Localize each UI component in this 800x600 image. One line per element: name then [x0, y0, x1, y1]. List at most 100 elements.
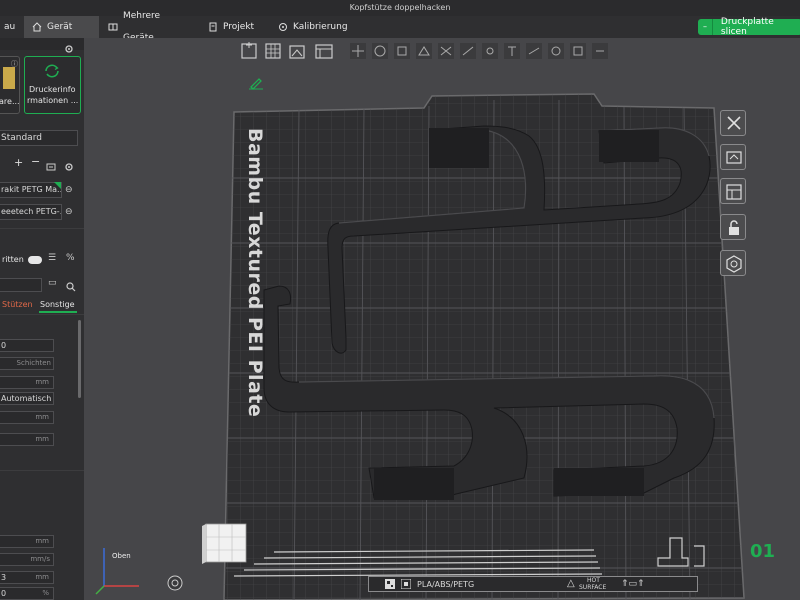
field-unit: %: [42, 589, 49, 597]
hot-surface-line2: SURFACE: [579, 584, 607, 591]
search-icon[interactable]: [66, 277, 76, 296]
field-unit: mm: [35, 378, 49, 386]
printer-card-label: are...: [0, 97, 20, 106]
plate-type-select[interactable]: Standard: [0, 130, 78, 146]
setting-field-5[interactable]: mm: [0, 411, 54, 424]
slice-plate-button[interactable]: – Druckplatte slicen: [698, 17, 800, 37]
project-icon: [208, 22, 218, 32]
filament-label: eeetech PETG-...: [1, 207, 62, 216]
close-plate-button[interactable]: [720, 110, 746, 136]
active-tab-underline: [39, 311, 77, 313]
hexagon-icon: [725, 255, 743, 277]
filament-sync-icon[interactable]: [46, 157, 56, 176]
save-icon[interactable]: ▭: [48, 278, 57, 288]
filament-toolbar: + −: [0, 155, 84, 171]
arrange-icon: [725, 149, 743, 171]
field-value: 0: [1, 589, 7, 598]
plate-type-value: Standard: [1, 133, 42, 143]
calibration-icon: [278, 22, 288, 32]
percent-icon[interactable]: %: [66, 253, 75, 263]
setting-field-1[interactable]: 0: [0, 339, 54, 352]
view-cube-label: Oben: [112, 552, 131, 560]
filament-slot-2[interactable]: eeetech PETG-...: [0, 204, 62, 220]
setting-field-10[interactable]: 0 %: [0, 587, 54, 600]
add-icon[interactable]: +: [14, 156, 23, 169]
plate-marker-icon: [400, 578, 412, 591]
settings-sidebar: ⓘ are... Druckerinfo rmationen ... Stand…: [0, 38, 84, 600]
setting-field-8[interactable]: mm/s: [0, 553, 54, 566]
field-unit: mm/s: [30, 555, 50, 563]
chevron-down-icon[interactable]: –: [698, 19, 713, 35]
home-icon: [32, 22, 42, 32]
setting-field-3[interactable]: mm: [0, 376, 54, 389]
nozzle-icon: ⇑▭⇑: [621, 579, 645, 589]
divider: [0, 470, 84, 471]
printer-info-line2: rmationen ...: [27, 96, 79, 105]
field-unit: mm: [35, 435, 49, 443]
field-value: 3: [1, 573, 7, 582]
tab-label: Kalibrierung: [293, 22, 348, 32]
printer-thumbnail: [3, 67, 15, 89]
filament-label: rakit PETG Ma...: [1, 185, 62, 194]
gear-icon[interactable]: [64, 157, 74, 176]
tab-label: au: [4, 22, 16, 32]
reset-view-icon[interactable]: [166, 574, 184, 596]
list-icon[interactable]: ☰: [48, 253, 56, 263]
setting-field-6[interactable]: mm: [0, 433, 54, 446]
tab-others[interactable]: Sonstige: [40, 300, 75, 309]
printer-info-button[interactable]: Druckerinfo rmationen ...: [24, 56, 81, 114]
hot-surface-line1: HOT: [587, 577, 600, 584]
field-value: Automatisch: [1, 394, 52, 403]
lock-plate-button[interactable]: [720, 214, 746, 240]
tab-device[interactable]: Gerät: [24, 16, 99, 38]
info-icon[interactable]: ⓘ: [11, 59, 18, 69]
sidebar-header: [0, 38, 84, 53]
printer-preset-card[interactable]: ⓘ are...: [0, 56, 20, 114]
lock-icon: [726, 219, 742, 241]
advanced-toggle[interactable]: [28, 256, 42, 264]
plate-filament-strip: PLA/ABS/PETG △ HOT SURFACE ⇑▭⇑: [368, 576, 698, 592]
multi-device-icon: [108, 22, 118, 32]
tab-prepare[interactable]: au: [0, 16, 24, 38]
plate-number: 01: [750, 541, 776, 562]
view-cube[interactable]: [202, 523, 247, 564]
3d-viewport[interactable]: Bambu Textured PEI Plate 01 Oben PLA/ABS…: [84, 38, 800, 600]
filament-slot-1[interactable]: rakit PETG Ma...: [0, 182, 62, 198]
field-unit: mm: [35, 537, 49, 545]
filament-corner-marker: [54, 182, 61, 189]
setting-field-7[interactable]: mm: [0, 535, 54, 548]
divider: [0, 314, 84, 315]
field-value: 0: [1, 341, 7, 350]
advanced-label: ritten: [2, 255, 24, 264]
tab-label: Projekt: [223, 22, 255, 32]
plate-type-button[interactable]: [720, 250, 746, 276]
close-icon: [725, 114, 743, 136]
tab-multi-device[interactable]: Mehrere Geräte: [100, 11, 196, 43]
remove-icon[interactable]: −: [31, 155, 40, 168]
plate-name-label: Bambu Textured PEI Plate: [244, 128, 266, 418]
tab-calibration[interactable]: Kalibrierung: [270, 16, 358, 38]
sidebar-scrollbar[interactable]: [78, 320, 81, 398]
plate-settings-icon: [725, 183, 743, 205]
setting-field-9[interactable]: 3 mm: [0, 571, 54, 584]
filament-remove-icon[interactable]: ⊖: [65, 207, 73, 217]
plate-settings-button[interactable]: [720, 178, 746, 204]
printer-info-line1: Druckerinfo: [29, 85, 76, 94]
divider: [0, 228, 84, 229]
refresh-icon: [43, 63, 61, 83]
tab-supports[interactable]: Stützen: [2, 300, 33, 309]
filament-remove-icon[interactable]: ⊖: [65, 185, 73, 195]
settings-search-input[interactable]: [0, 278, 42, 292]
build-plate[interactable]: [84, 38, 800, 600]
window-title: Kopfstütze doppelhacken: [0, 0, 800, 16]
field-unit: mm: [35, 573, 49, 581]
setting-field-2[interactable]: Schichten: [0, 357, 54, 370]
warning-icon: △: [567, 578, 575, 589]
qr-icon: [385, 579, 395, 591]
auto-arrange-plate-button[interactable]: [720, 144, 746, 170]
field-unit: mm: [35, 413, 49, 421]
field-unit: Schichten: [16, 359, 51, 367]
tab-project[interactable]: Projekt: [200, 16, 264, 38]
main-tab-bar: au Gerät Mehrere Geräte Projekt Kalibrie…: [0, 11, 800, 43]
setting-select-auto[interactable]: Automatisch: [0, 392, 54, 405]
